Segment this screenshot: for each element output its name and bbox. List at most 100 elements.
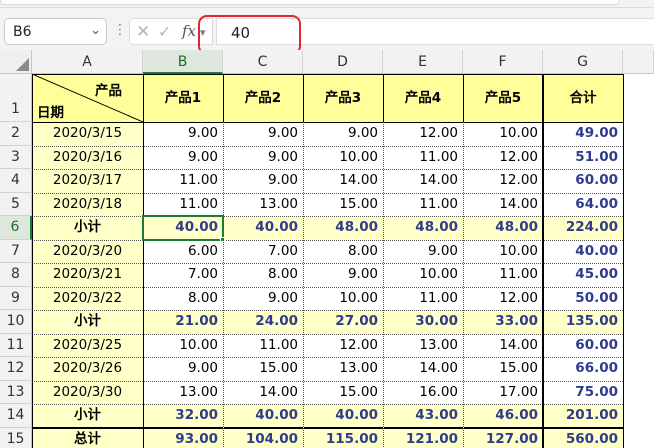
name-box[interactable]: B6 ⌄ (4, 18, 107, 45)
row-header-5[interactable]: 5 (0, 192, 32, 216)
header-cell-b1[interactable]: 产品1 (143, 74, 223, 122)
cell-g11[interactable]: 60.00 (543, 334, 623, 358)
cell-b12[interactable]: 9.00 (143, 357, 223, 381)
cell-e15[interactable]: 121.00 (383, 427, 463, 448)
cell-d4[interactable]: 14.00 (303, 169, 383, 193)
cell-b4[interactable]: 11.00 (143, 169, 223, 193)
cell-g7[interactable]: 40.00 (543, 240, 623, 264)
cell-f12[interactable]: 15.00 (463, 357, 543, 381)
cell-e12[interactable]: 14.00 (383, 357, 463, 381)
check-icon[interactable]: ✓ (158, 22, 171, 41)
row-label-cell-a3[interactable]: 2020/3/16 (32, 145, 143, 169)
cell-d14[interactable]: 40.00 (303, 404, 383, 428)
cell-d5[interactable]: 15.00 (303, 193, 383, 217)
cell-b3[interactable]: 9.00 (143, 146, 223, 170)
cell-e14[interactable]: 43.00 (383, 404, 463, 428)
row-header-11[interactable]: 11 (0, 333, 32, 357)
cell-e2[interactable]: 12.00 (383, 122, 463, 146)
cell-c14[interactable]: 40.00 (223, 404, 303, 428)
cell-c2[interactable]: 9.00 (223, 122, 303, 146)
cell-g3[interactable]: 51.00 (543, 146, 623, 170)
header-cell-d1[interactable]: 产品3 (303, 74, 383, 122)
row-label-cell-a14[interactable]: 小计 (32, 404, 143, 428)
cell-d6[interactable]: 48.00 (303, 216, 383, 240)
cell-e8[interactable]: 10.00 (383, 263, 463, 287)
row-label-cell-a2[interactable]: 2020/3/15 (32, 122, 143, 146)
row-label-cell-a5[interactable]: 2020/3/18 (32, 192, 143, 216)
cell-d8[interactable]: 9.00 (303, 263, 383, 287)
column-header-h[interactable] (623, 50, 654, 74)
cell-c10[interactable]: 24.00 (223, 310, 303, 334)
row-label-cell-a15[interactable]: 总计 (32, 427, 143, 448)
row-header-13[interactable]: 13 (0, 380, 32, 404)
row-label-cell-a7[interactable]: 2020/3/20 (32, 239, 143, 263)
row-header-4[interactable]: 4 (0, 169, 32, 193)
row-header-2[interactable]: 2 (0, 122, 32, 146)
cell-f8[interactable]: 11.00 (463, 263, 543, 287)
cell-d15[interactable]: 115.00 (303, 427, 383, 448)
insert-function-button[interactable]: fx (182, 22, 196, 40)
cell-c7[interactable]: 7.00 (223, 240, 303, 264)
cell-c13[interactable]: 14.00 (223, 381, 303, 405)
cell-e7[interactable]: 9.00 (383, 240, 463, 264)
cell-d7[interactable]: 8.00 (303, 240, 383, 264)
cell-b7[interactable]: 6.00 (143, 240, 223, 264)
cell-g2[interactable]: 49.00 (543, 122, 623, 146)
row-header-9[interactable]: 9 (0, 286, 32, 310)
more-options-icon[interactable]: ⋮ (113, 22, 127, 38)
row-header-1[interactable]: 1 (0, 74, 32, 122)
cell-d3[interactable]: 10.00 (303, 146, 383, 170)
row-label-cell-a10[interactable]: 小计 (32, 310, 143, 334)
cell-c5[interactable]: 13.00 (223, 193, 303, 217)
cell-e9[interactable]: 11.00 (383, 287, 463, 311)
cell-b10[interactable]: 21.00 (143, 310, 223, 334)
cell-c11[interactable]: 11.00 (223, 334, 303, 358)
row-label-cell-a9[interactable]: 2020/3/22 (32, 286, 143, 310)
cell-b8[interactable]: 7.00 (143, 263, 223, 287)
column-header-f[interactable]: F (463, 50, 543, 74)
cell-f13[interactable]: 17.00 (463, 381, 543, 405)
cell-b5[interactable]: 11.00 (143, 193, 223, 217)
cell-e6[interactable]: 48.00 (383, 216, 463, 240)
column-header-b[interactable]: B (143, 50, 223, 74)
cell-e11[interactable]: 13.00 (383, 334, 463, 358)
cell-f15[interactable]: 127.00 (463, 427, 543, 448)
header-cell-g1[interactable]: 合计 (543, 74, 623, 122)
cell-d13[interactable]: 15.00 (303, 381, 383, 405)
row-header-6[interactable]: 6 (0, 216, 32, 240)
row-label-cell-a4[interactable]: 2020/3/17 (32, 169, 143, 193)
column-header-e[interactable]: E (383, 50, 463, 74)
cell-c9[interactable]: 9.00 (223, 287, 303, 311)
spreadsheet-grid[interactable]: A B C D E F G 1 2 3 4 5 6 7 8 9 10 11 12 13 14 15 产品1 产品2 产品3 产品4… (0, 50, 654, 448)
row-label-cell-a11[interactable]: 2020/3/25 (32, 333, 143, 357)
cell-e4[interactable]: 14.00 (383, 169, 463, 193)
cell-g15[interactable]: 560.00 (543, 427, 623, 448)
cell-g14[interactable]: 201.00 (543, 404, 623, 428)
header-cell-e1[interactable]: 产品4 (383, 74, 463, 122)
cell-f6[interactable]: 48.00 (463, 216, 543, 240)
cell-e5[interactable]: 11.00 (383, 193, 463, 217)
cell-b13[interactable]: 13.00 (143, 381, 223, 405)
header-cell-f1[interactable]: 产品5 (463, 74, 543, 122)
close-icon[interactable]: ✕ (136, 22, 150, 42)
cell-d2[interactable]: 9.00 (303, 122, 383, 146)
chevron-down-icon[interactable]: ⌄ (90, 23, 101, 38)
column-header-g[interactable]: G (543, 50, 623, 74)
cell-b11[interactable]: 10.00 (143, 334, 223, 358)
column-header-a[interactable]: A (32, 50, 143, 74)
row-header-8[interactable]: 8 (0, 263, 32, 287)
cell-b14[interactable]: 32.00 (143, 404, 223, 428)
cell-g12[interactable]: 66.00 (543, 357, 623, 381)
header-cell-c1[interactable]: 产品2 (223, 74, 303, 122)
cell-g10[interactable]: 135.00 (543, 310, 623, 334)
cell-g8[interactable]: 45.00 (543, 263, 623, 287)
cell-f7[interactable]: 10.00 (463, 240, 543, 264)
row-header-3[interactable]: 3 (0, 145, 32, 169)
cell-f2[interactable]: 10.00 (463, 122, 543, 146)
cell-f3[interactable]: 12.00 (463, 146, 543, 170)
cell-d10[interactable]: 27.00 (303, 310, 383, 334)
row-label-cell-a13[interactable]: 2020/3/30 (32, 380, 143, 404)
cell-e10[interactable]: 30.00 (383, 310, 463, 334)
cell-f5[interactable]: 14.00 (463, 193, 543, 217)
cell-f14[interactable]: 46.00 (463, 404, 543, 428)
